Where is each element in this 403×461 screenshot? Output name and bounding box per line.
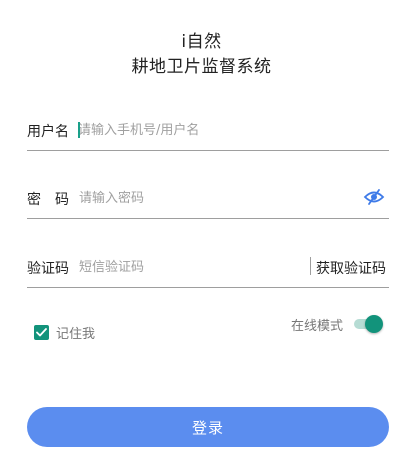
password-input[interactable]	[79, 185, 349, 211]
checkbox-checked-icon[interactable]	[34, 324, 49, 340]
online-mode-label: 在线模式	[291, 318, 344, 334]
get-code-button[interactable]: 获取验证码	[316, 258, 386, 278]
code-label: 验证码	[27, 261, 69, 277]
online-mode-toggle[interactable]	[354, 314, 384, 334]
password-label: 密 码	[27, 192, 69, 208]
remember-me-label: 记住我	[56, 326, 96, 342]
password-field: 密 码	[27, 179, 389, 219]
online-mode-setting: 在线模式	[291, 314, 384, 334]
username-field: 用户名	[27, 111, 389, 151]
app-subtitle: 耕地卫片监督系统	[131, 57, 272, 77]
verification-code-field: 验证码 获取验证码	[27, 248, 389, 288]
app-name: i自然	[181, 32, 222, 52]
remember-me-checkbox[interactable]: 记住我	[34, 323, 96, 342]
toggle-thumb[interactable]	[365, 315, 384, 333]
divider	[310, 257, 311, 275]
code-input[interactable]	[79, 254, 299, 280]
login-button[interactable]: 登录	[27, 407, 389, 447]
text-caret	[78, 122, 80, 138]
login-page: i自然 耕地卫片监督系统 用户名 密 码 验证码 获取验证码 记住我	[0, 0, 403, 461]
username-input[interactable]	[78, 117, 378, 143]
username-label: 用户名	[27, 124, 69, 140]
eye-slash-icon[interactable]	[363, 187, 385, 207]
